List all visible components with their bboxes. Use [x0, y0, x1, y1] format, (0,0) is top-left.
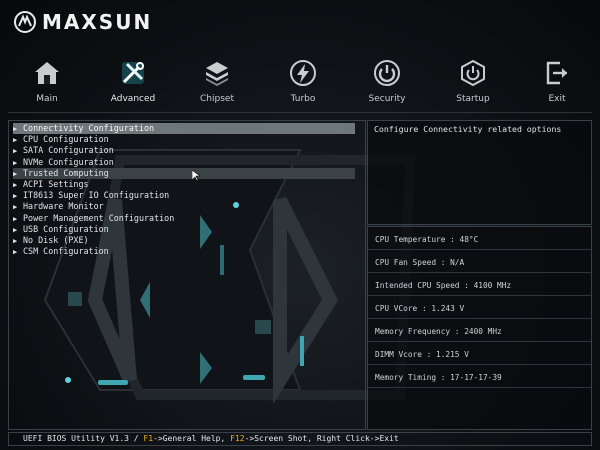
info-cpu-temperature: CPU Temperature : 48°C — [368, 227, 591, 250]
home-icon — [35, 62, 59, 84]
tab-main-label: Main — [36, 94, 58, 104]
status-bar: UEFI BIOS Utility V1.3 / F1->General Hel… — [8, 432, 592, 446]
top-navigation: Main Advanced Chipset Turbo Security Sta… — [0, 58, 600, 108]
menu-item-super-io-configuration[interactable]: ▶ IT8613 Super IO Configuration — [13, 190, 365, 201]
f12-help-text: ->Screen Shot, Right Click->Exit — [244, 434, 399, 443]
info-empty-row — [368, 388, 591, 410]
system-info-panel: CPU Temperature : 48°C CPU Fan Speed : N… — [367, 226, 592, 430]
tab-startup[interactable]: Startup — [438, 58, 508, 104]
brand-logo: MAXSUN — [14, 10, 152, 34]
menu-item-hardware-monitor[interactable]: ▶ Hardware Monitor — [13, 201, 365, 212]
menu-item-no-disk-pxe[interactable]: ▶ No Disk (PXE) — [13, 235, 365, 246]
help-panel: Configure Connectivity related options — [367, 120, 592, 225]
menu-item-usb-configuration[interactable]: ▶ USB Configuration — [13, 224, 365, 235]
f1-key: F1 — [143, 434, 154, 443]
advanced-menu: ▶ Connectivity Configuration ▶ CPU Configu… — [8, 120, 366, 430]
menu-item-cpu-configuration[interactable]: ▶ CPU Configuration — [13, 134, 365, 145]
tab-chipset[interactable]: Chipset — [182, 58, 252, 104]
info-memory-frequency: Memory Frequency : 2400 MHz — [368, 319, 591, 342]
status-prefix: UEFI BIOS Utility V1.3 / — [23, 434, 144, 443]
brand-name: MAXSUN — [42, 10, 153, 34]
tools-icon — [122, 62, 144, 84]
menu-item-sata-configuration[interactable]: ▶ SATA Configuration — [13, 145, 365, 156]
tab-security[interactable]: Security — [352, 58, 422, 104]
menu-item-acpi-settings[interactable]: ▶ ACPI Settings — [13, 179, 365, 190]
tab-advanced[interactable]: Advanced — [98, 58, 168, 104]
chip-icon — [206, 62, 228, 86]
menu-item-nvme-configuration[interactable]: ▶ NVMe Configuration — [13, 157, 365, 168]
tab-exit[interactable]: Exit — [522, 58, 592, 104]
maxsun-logo-icon — [14, 11, 36, 33]
tab-main[interactable]: Main — [12, 58, 82, 104]
f12-key: F12 — [230, 434, 245, 443]
info-dimm-vcore: DIMM Vcore : 1.215 V — [368, 342, 591, 365]
menu-item-csm-configuration[interactable]: ▶ CSM Configuration — [13, 246, 365, 257]
hexagon-power-icon — [461, 59, 485, 87]
tab-turbo[interactable]: Turbo — [268, 58, 338, 104]
mouse-pointer-icon — [192, 170, 200, 182]
info-cpu-fan-speed: CPU Fan Speed : N/A — [368, 250, 591, 273]
power-icon — [374, 60, 400, 86]
tab-chipset-label: Chipset — [200, 94, 234, 104]
lightning-icon — [290, 60, 316, 86]
f1-help-text: ->General Help, — [153, 434, 231, 443]
menu-item-power-management-configuration[interactable]: ▶ Power Management Configuration — [13, 213, 365, 224]
menu-item-connectivity-configuration[interactable]: ▶ Connectivity Configuration — [13, 123, 355, 135]
info-cpu-vcore: CPU VCore : 1.243 V — [368, 296, 591, 319]
exit-icon — [546, 61, 567, 85]
tab-advanced-label: Advanced — [110, 94, 156, 104]
tab-security-label: Security — [368, 94, 406, 104]
header-divider — [8, 112, 592, 113]
tab-turbo-label: Turbo — [290, 94, 316, 104]
menu-item-trusted-computing[interactable]: ▶ Trusted Computing — [13, 167, 355, 179]
info-intended-cpu-speed: Intended CPU Speed : 4100 MHz — [368, 273, 591, 296]
info-memory-timing: Memory Timing : 17-17-17-39 — [368, 365, 591, 388]
tab-startup-label: Startup — [456, 94, 490, 104]
help-text: Configure Connectivity related options — [374, 124, 562, 134]
tab-exit-label: Exit — [548, 94, 566, 104]
submenu-arrow-icon: ▶ — [13, 248, 18, 257]
